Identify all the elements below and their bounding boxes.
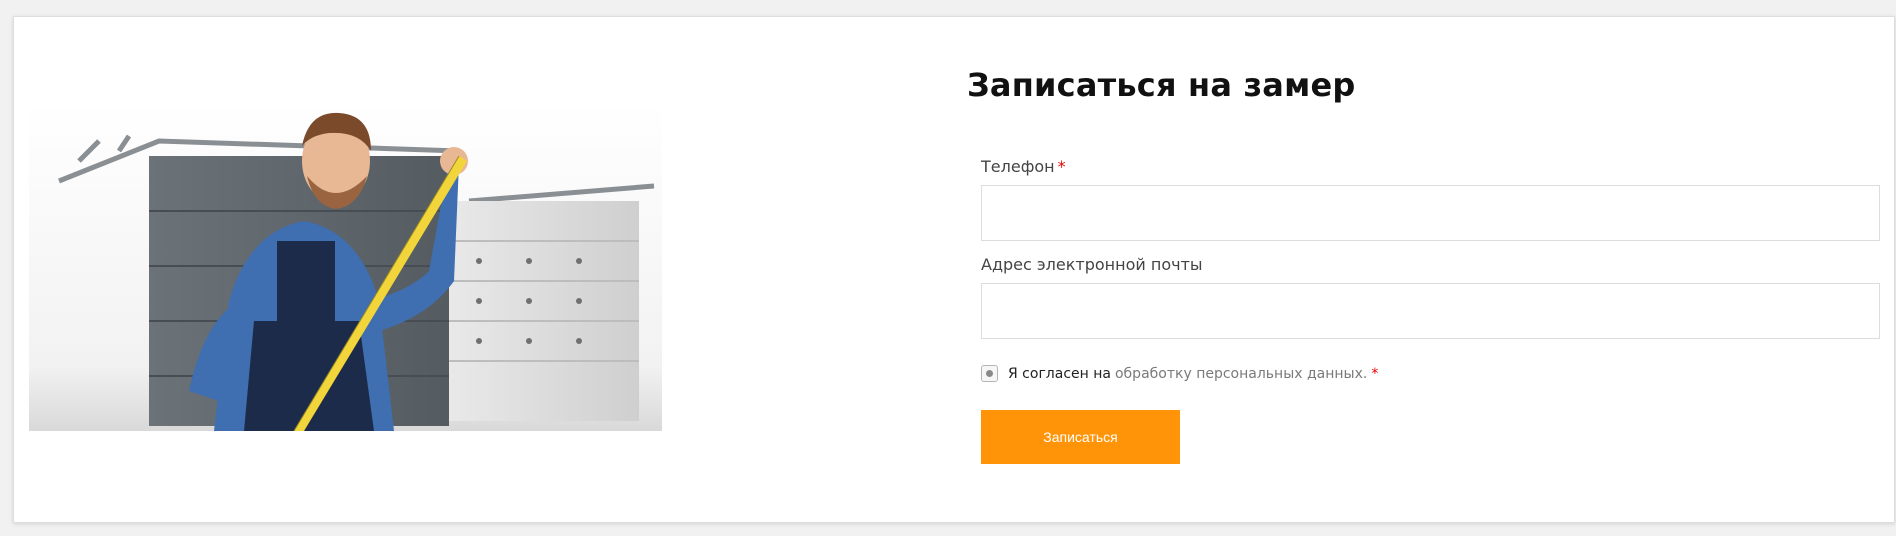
consent-checkbox[interactable]: [981, 365, 998, 382]
signup-form: Записаться на замер Телефон * Адрес элект…: [967, 65, 1887, 464]
consent-row: Я согласен на обработку персональных дан…: [981, 365, 1378, 382]
phone-label: Телефон *: [981, 157, 1066, 177]
personal-data-link[interactable]: обработку персональных данных.: [1115, 366, 1367, 382]
signup-card: Записаться на замер Телефон * Адрес элект…: [13, 16, 1895, 523]
required-mark: *: [1057, 157, 1066, 176]
consent-required-mark: *: [1371, 365, 1379, 382]
phone-input[interactable]: [981, 185, 1880, 241]
email-label: Адрес электронной почты: [981, 255, 1203, 274]
checkbox-indicator-icon: [986, 370, 993, 377]
email-input[interactable]: [981, 283, 1880, 339]
hero-photo: [29, 101, 662, 431]
phone-label-text: Телефон: [981, 157, 1055, 176]
worker-with-tape-measure-photo: [29, 101, 662, 431]
submit-button[interactable]: Записаться: [981, 410, 1180, 464]
form-title: Записаться на замер: [967, 66, 1356, 104]
consent-text: Я согласен на: [1008, 365, 1111, 382]
